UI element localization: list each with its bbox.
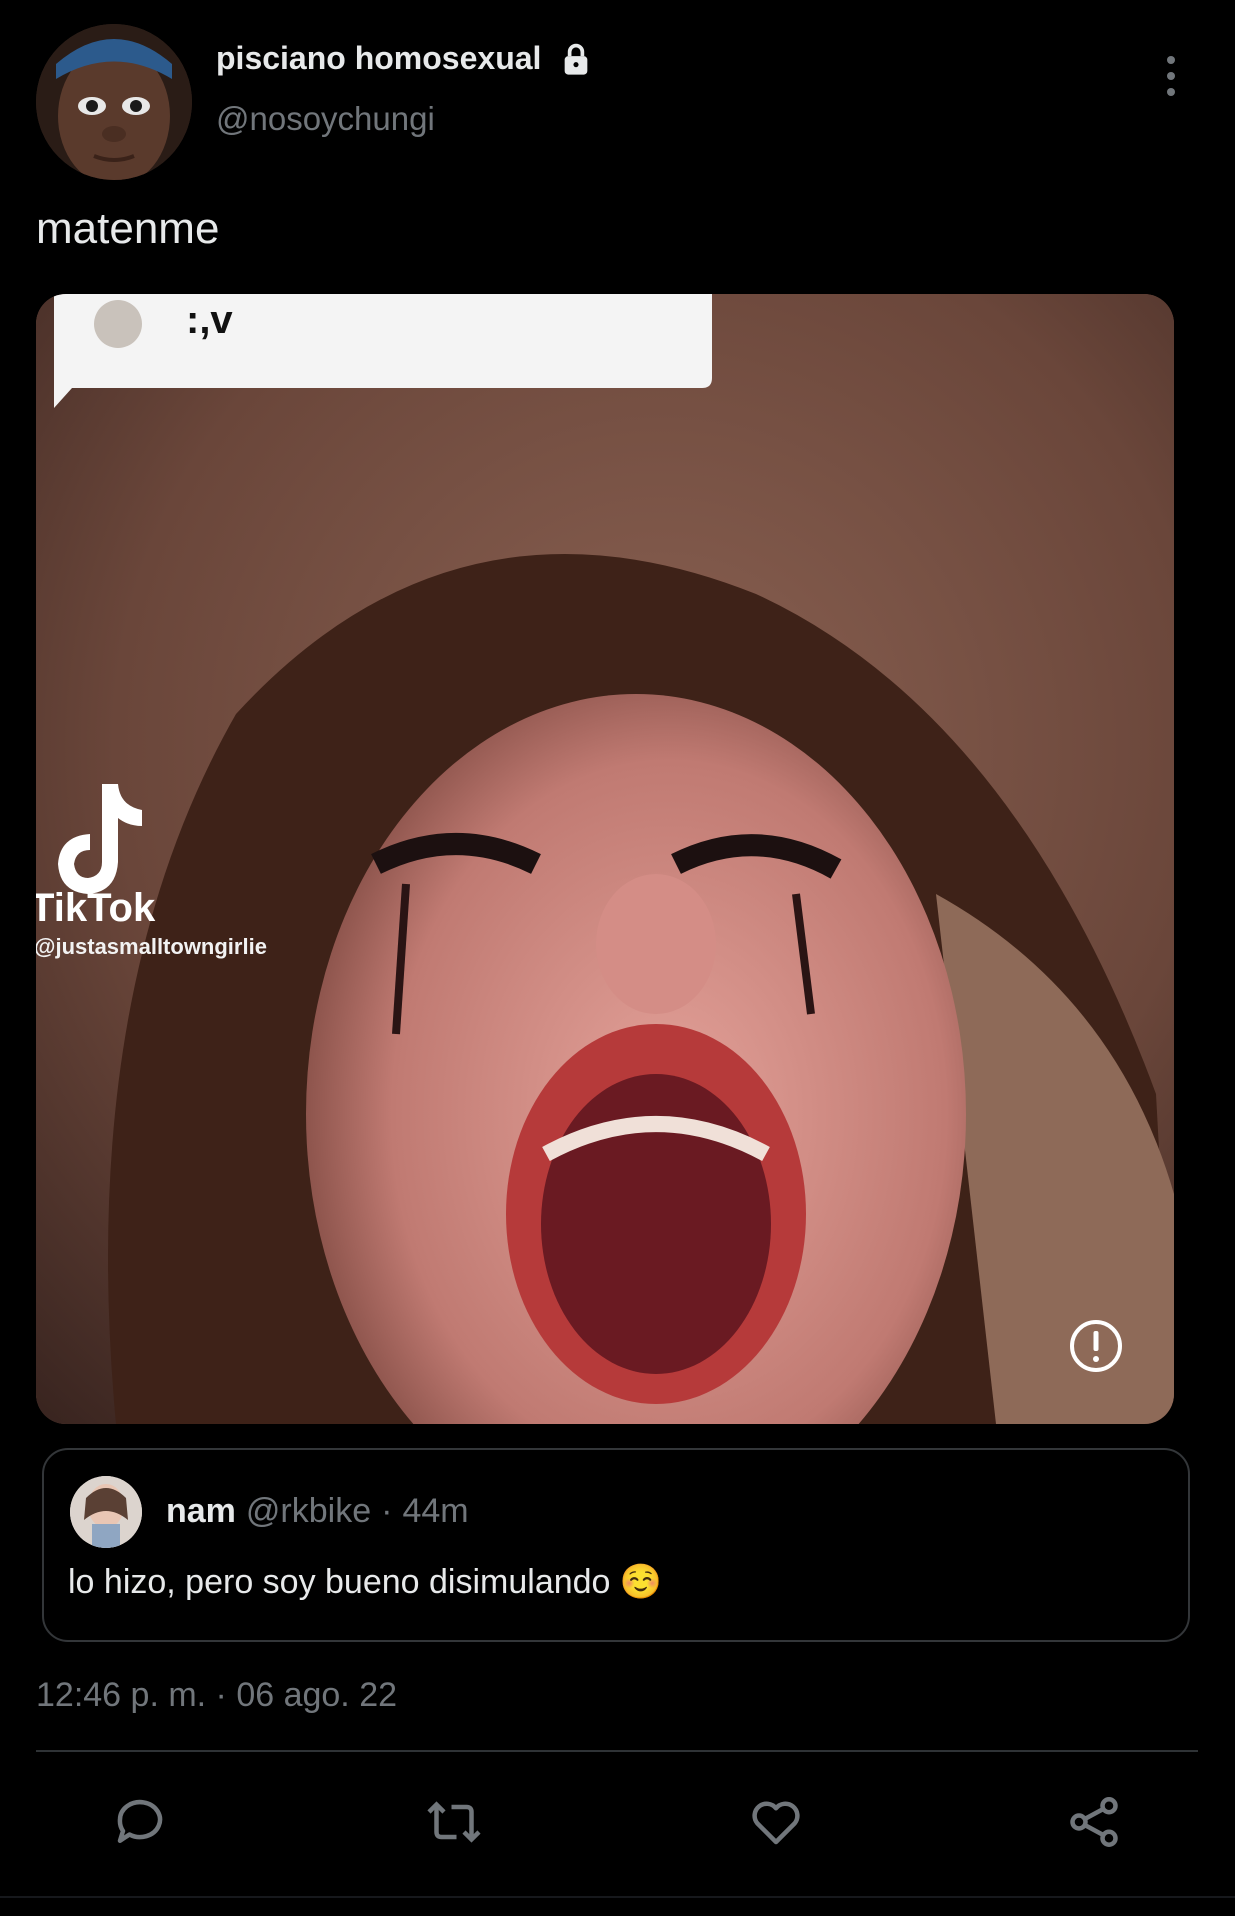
quoted-author-handle[interactable]: @rkbike [246,1492,371,1531]
author-display-name[interactable]: pisciano homosexual [216,40,541,77]
sensitive-info-icon[interactable] [1068,1318,1124,1374]
reply-icon[interactable] [110,1792,170,1852]
retweet-icon[interactable] [424,1792,484,1852]
quoted-author-name[interactable]: nam [166,1492,236,1531]
lock-icon [565,43,588,75]
tiktok-watermark-handle: @justasmalltowngirlie [36,934,267,959]
tweet-timestamp[interactable]: 12:46 p. m. · 06 ago. 22 [36,1676,397,1715]
tweet-media-image[interactable]: :,v TikTok @justasmalltowngirlie [36,294,1174,1424]
media-caption-bubble: :,v [186,298,233,342]
divider [36,1750,1198,1752]
quoted-separator: · [381,1492,393,1530]
more-options-icon[interactable] [1160,52,1182,100]
bottom-divider [0,1896,1235,1898]
author-avatar[interactable] [36,24,192,180]
like-icon[interactable] [746,1792,806,1852]
quoted-tweet-text: lo hizo, pero soy bueno disimulando ☺️ [68,1563,663,1601]
quoted-tweet[interactable]: nam @rkbike · 44m lo hizo, pero soy buen… [42,1448,1190,1642]
share-icon[interactable] [1064,1792,1124,1852]
tweet-text: matenme [36,204,220,253]
author-handle[interactable]: @nosoychungi [216,100,435,138]
quoted-time: 44m [402,1492,469,1530]
tiktok-watermark-brand: TikTok [36,886,156,930]
quoted-author-avatar[interactable] [70,1476,142,1548]
tweet-action-bar [0,1792,1235,1856]
